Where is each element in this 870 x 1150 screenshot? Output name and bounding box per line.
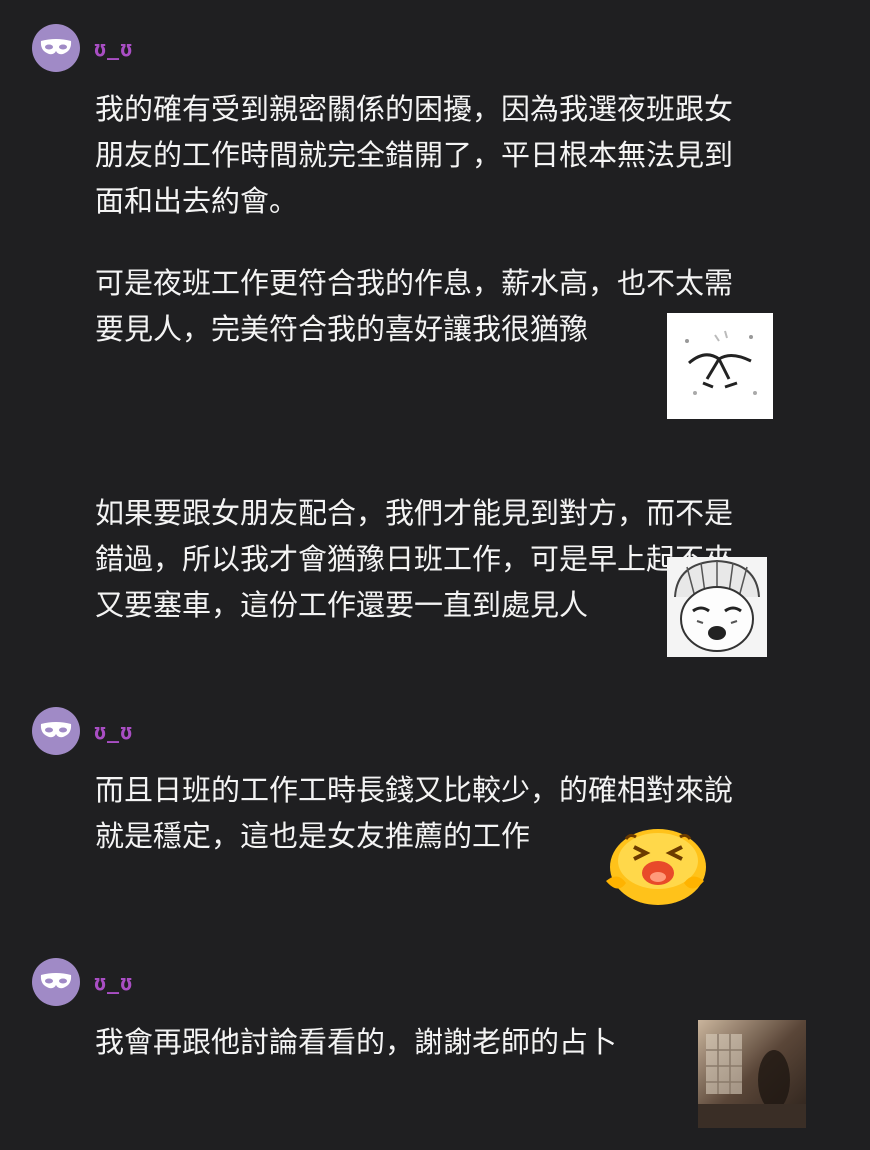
message-paragraph: 而且日班的工作工時長錢又比較少，的確相對來說 就是穩定，這也是女友推薦的工作 bbox=[95, 773, 734, 853]
avatar[interactable] bbox=[32, 24, 80, 72]
avatar[interactable] bbox=[32, 707, 80, 755]
username[interactable]: ʊ_ʊ bbox=[94, 719, 133, 743]
mask-icon bbox=[40, 722, 72, 738]
avatar[interactable] bbox=[32, 958, 80, 1006]
message-header: ʊ_ʊ bbox=[32, 24, 133, 72]
username[interactable]: ʊ_ʊ bbox=[94, 970, 133, 994]
mask-icon bbox=[40, 39, 72, 55]
username[interactable]: ʊ_ʊ bbox=[94, 36, 133, 60]
message: ʊ_ʊ 而且日班的工作工時長錢又比較少，的確相對來說 就是穩定，這也是女友推薦的… bbox=[0, 707, 870, 917]
message-header: ʊ_ʊ bbox=[32, 707, 133, 755]
mask-icon bbox=[40, 973, 72, 989]
message-header: ʊ_ʊ bbox=[32, 958, 133, 1006]
crying-emoji-sticker bbox=[600, 817, 710, 907]
dim-photo-sticker bbox=[698, 1020, 806, 1128]
crying-doodle-sticker bbox=[667, 313, 773, 419]
message-body: 而且日班的工作工時長錢又比較少，的確相對來說 就是穩定，這也是女友推薦的工作 bbox=[95, 767, 830, 859]
shocked-manga-face-sticker bbox=[667, 557, 767, 657]
message-paragraph: 我的確有受到親密關係的困擾，因為我選夜班跟女 朋友的工作時間就完全錯開了，平日根… bbox=[95, 92, 734, 218]
message: ʊ_ʊ 我的確有受到親密關係的困擾，因為我選夜班跟女 朋友的工作時間就完全錯開了… bbox=[0, 24, 870, 664]
message: ʊ_ʊ 我會再跟他討論看看的，謝謝老師的占卜 bbox=[0, 958, 870, 1138]
